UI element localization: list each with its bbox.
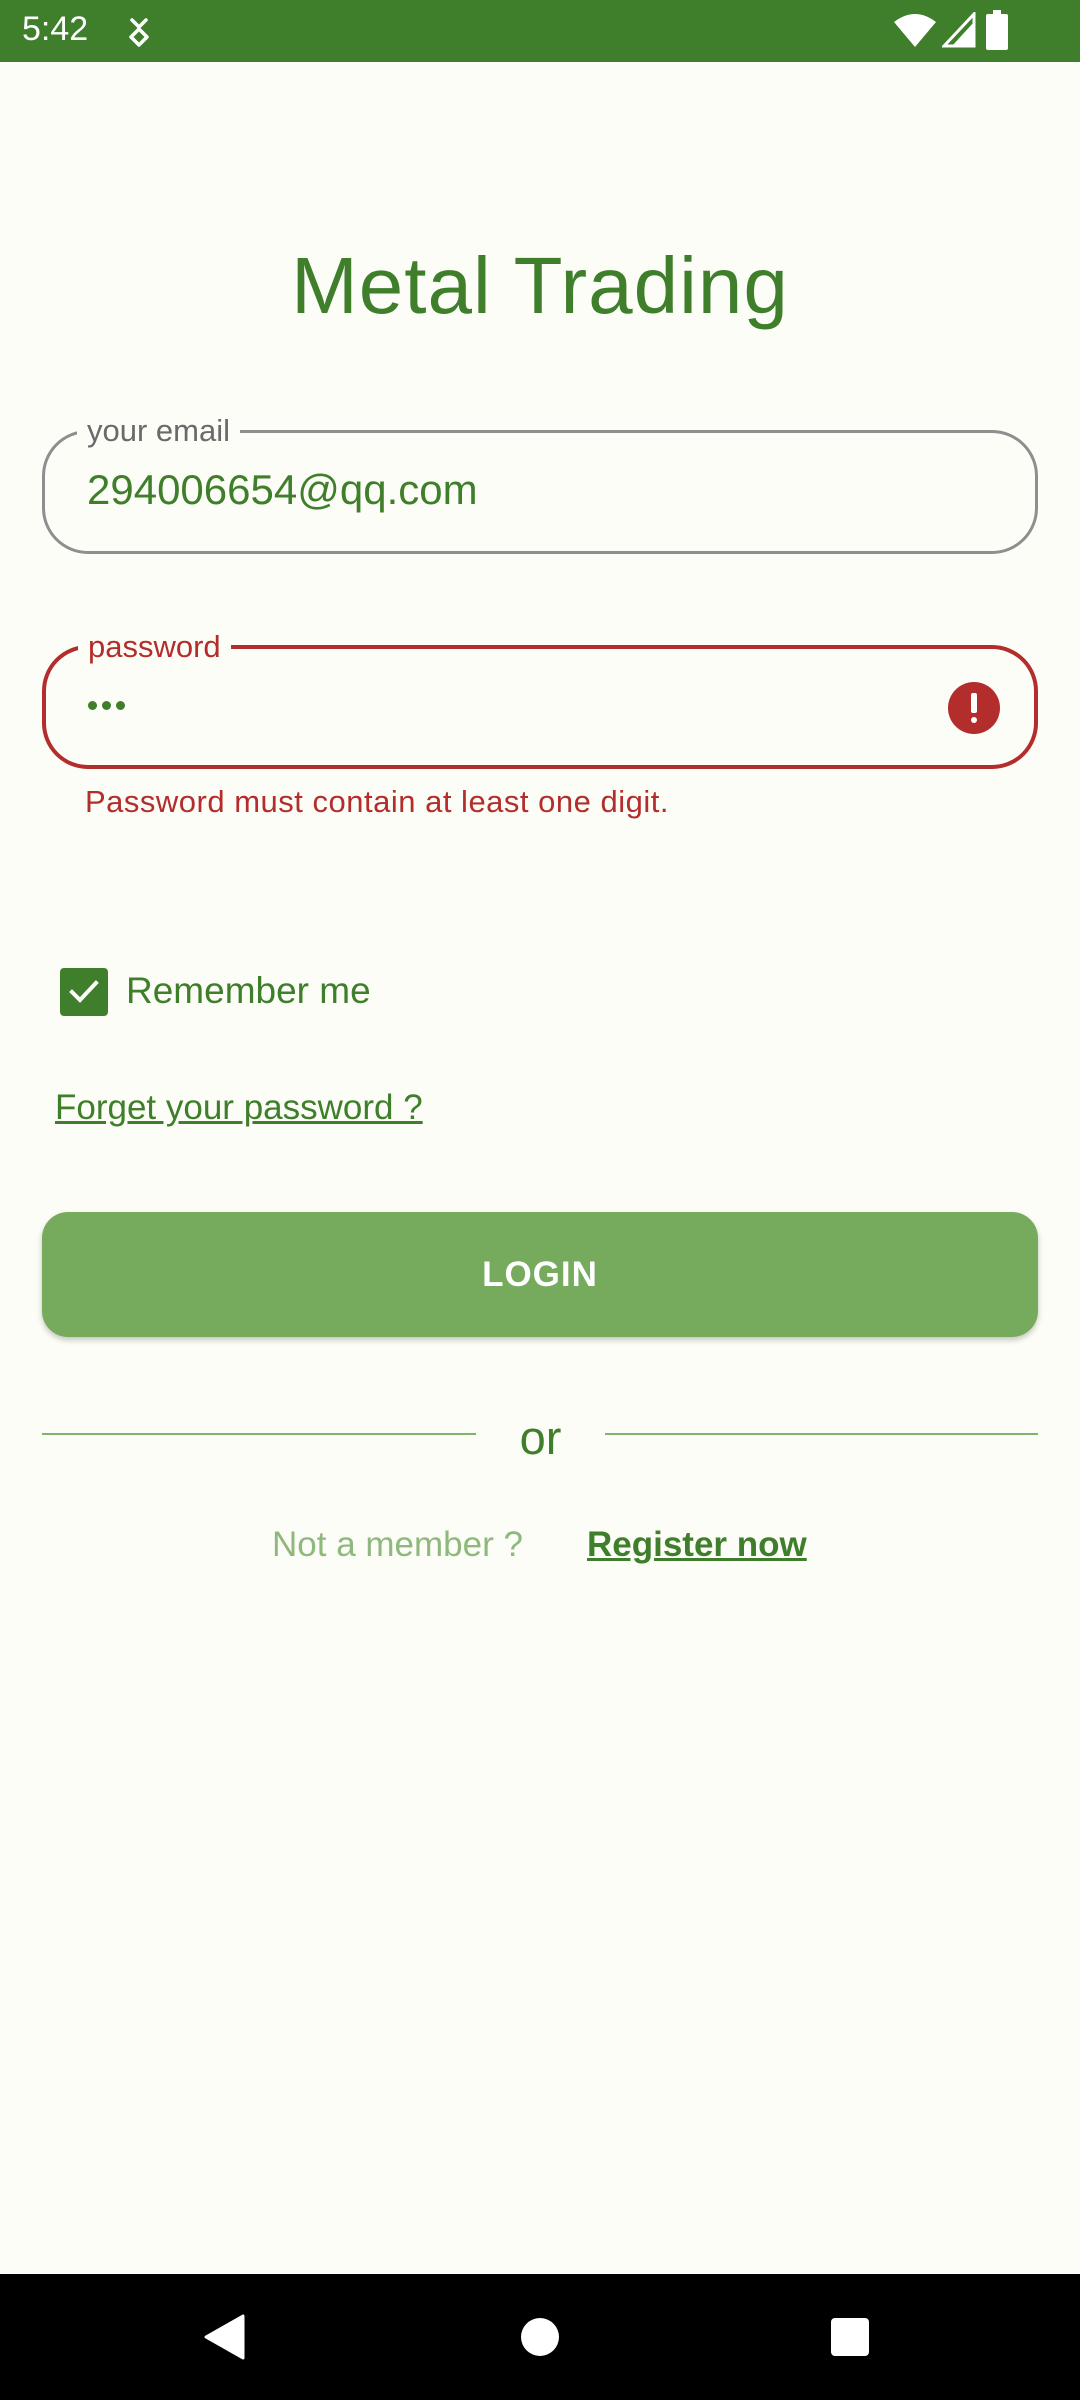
status-time: 5:42	[22, 10, 89, 48]
divider-or-text: or	[519, 1411, 562, 1464]
error-icon	[948, 682, 1000, 734]
recents-icon[interactable]	[830, 2317, 870, 2357]
forgot-password-link[interactable]: Forget your password ?	[55, 1088, 423, 1128]
navigation-bar	[0, 2274, 1080, 2400]
password-masked-value[interactable]	[88, 697, 130, 715]
home-icon[interactable]	[520, 2317, 560, 2357]
password-label: password	[78, 629, 231, 665]
notification-icon	[124, 14, 154, 53]
signal-icon	[942, 12, 976, 48]
remember-me-label[interactable]: Remember me	[126, 970, 371, 1012]
battery-icon	[986, 10, 1008, 50]
divider-line-right	[605, 1433, 1038, 1435]
status-bar: 5:42	[0, 0, 1080, 62]
password-field[interactable]: password	[42, 629, 1038, 769]
check-icon	[69, 980, 99, 1003]
back-icon[interactable]	[203, 2314, 245, 2360]
remember-me-checkbox[interactable]	[60, 968, 108, 1016]
password-error-message: Password must contain at least one digit…	[85, 784, 669, 819]
email-label: your email	[77, 413, 240, 449]
register-now-link[interactable]: Register now	[587, 1525, 807, 1565]
login-button[interactable]: LOGIN	[42, 1212, 1038, 1337]
wifi-icon	[894, 14, 936, 47]
email-value[interactable]: 294006654@qq.com	[87, 466, 478, 514]
divider-line-left	[42, 1433, 476, 1435]
not-member-text: Not a member ?	[272, 1525, 523, 1564]
email-field[interactable]: your email 294006654@qq.com	[42, 413, 1038, 554]
app-title: Metal Trading	[291, 241, 789, 330]
